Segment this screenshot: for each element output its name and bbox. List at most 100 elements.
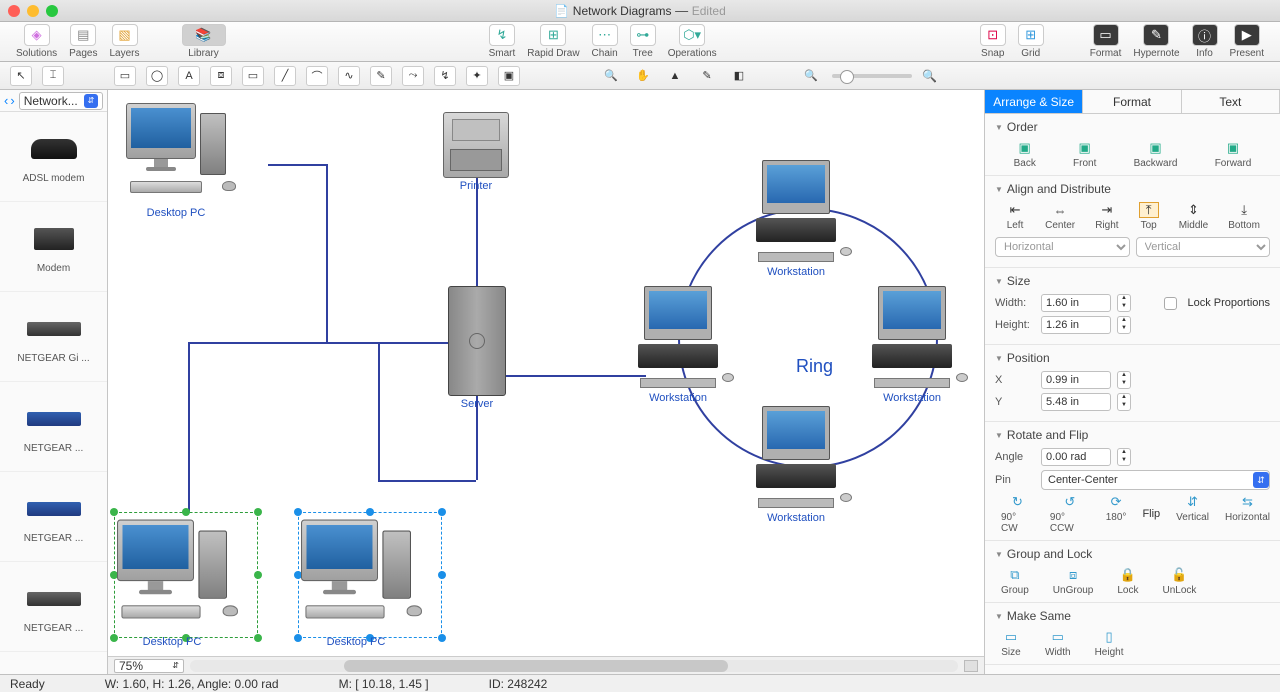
textbox-tool[interactable]: ⧈ (210, 66, 232, 86)
zoom-tool[interactable]: 🔍 (600, 66, 622, 86)
smart-button[interactable]: ↯Smart (485, 24, 520, 59)
callout-tool[interactable]: ▭ (242, 66, 264, 86)
tab-arrange-size[interactable]: Arrange & Size (985, 90, 1083, 113)
node-workstation-left[interactable]: Workstation (638, 286, 718, 404)
zoom-window-button[interactable] (46, 5, 58, 17)
node-printer[interactable]: Printer (443, 112, 509, 192)
distribute-v-select[interactable]: Vertical (1136, 237, 1271, 257)
zoom-in-icon[interactable]: 🔍 (922, 69, 937, 83)
node-workstation-bottom[interactable]: Workstation (756, 406, 836, 524)
library-item-netgear-1[interactable]: NETGEAR ... (0, 382, 107, 472)
minimize-window-button[interactable] (27, 5, 39, 17)
align-left-button[interactable]: ⇤Left (1005, 202, 1025, 231)
rotate-90ccw-button[interactable]: ↺90° CCW (1050, 494, 1090, 534)
distribute-h-select[interactable]: Horizontal (995, 237, 1130, 257)
group-button[interactable]: ⧉Group (1001, 567, 1029, 596)
close-window-button[interactable] (8, 5, 20, 17)
zoom-slider[interactable] (832, 74, 912, 78)
rotate-90cw-button[interactable]: ↻90° CW (1001, 494, 1034, 534)
library-item-netgear-3[interactable]: NETGEAR ... (0, 562, 107, 652)
align-top-button[interactable]: ⤒Top (1139, 202, 1159, 231)
node-desktop-pc-1[interactable]: Desktop PC (126, 103, 226, 219)
x-input[interactable] (1041, 371, 1111, 389)
info-button[interactable]: ⓘInfo (1188, 24, 1222, 59)
format-button[interactable]: ▭Format (1086, 24, 1126, 59)
order-front-button[interactable]: ▣Front (1073, 140, 1096, 169)
pages-button[interactable]: ▤Pages (65, 24, 101, 59)
pen-tool[interactable]: ✎ (370, 66, 392, 86)
make-size-button[interactable]: ▭Size (1001, 629, 1021, 658)
align-bottom-button[interactable]: ⤓Bottom (1228, 202, 1260, 231)
node-server[interactable]: Server (448, 286, 506, 410)
canvas-zoom-select[interactable]: 75%⇵ (114, 659, 184, 673)
node-workstation-top[interactable]: Workstation (756, 160, 836, 278)
grid-button[interactable]: ⊞Grid (1014, 24, 1048, 59)
pan-tool[interactable]: ✋ (632, 66, 654, 86)
eyedropper-tool[interactable]: ✎ (696, 66, 718, 86)
pointer-tool[interactable]: ↖ (10, 66, 32, 86)
library-item-netgear-2[interactable]: NETGEAR ... (0, 472, 107, 562)
align-center-button[interactable]: ⇔Center (1045, 202, 1075, 231)
flip-h-button[interactable]: ⇆Horizontal (1225, 494, 1270, 534)
canvas-corner-icon[interactable] (964, 660, 978, 672)
angle-input[interactable] (1041, 448, 1111, 466)
height-stepper[interactable]: ▲▼ (1117, 316, 1131, 334)
hypernote-button[interactable]: ✎Hypernote (1129, 24, 1183, 59)
text-tool[interactable]: A (178, 66, 200, 86)
zoom-out-icon[interactable]: 🔍 (800, 66, 822, 86)
flip-v-button[interactable]: ⇵Vertical (1176, 494, 1209, 534)
present-button[interactable]: ▶Present (1226, 24, 1268, 59)
rapiddraw-button[interactable]: ⊞Rapid Draw (523, 24, 583, 59)
smart-connector-tool[interactable]: ↯ (434, 66, 456, 86)
tab-text[interactable]: Text (1182, 90, 1280, 113)
order-backward-button[interactable]: ▣Backward (1134, 140, 1178, 169)
snap-button[interactable]: ⊡Snap (976, 24, 1010, 59)
width-stepper[interactable]: ▲▼ (1117, 294, 1131, 312)
library-selector[interactable]: Network...⇵ (19, 92, 103, 110)
rotate-180-button[interactable]: ⟳180° (1106, 494, 1127, 534)
node-desktop-pc-2[interactable]: Desktop PC (122, 524, 222, 648)
make-width-button[interactable]: ▭Width (1045, 629, 1071, 658)
pin-select-value[interactable]: Center-Center (1048, 474, 1253, 486)
library-item-netgear-gi[interactable]: NETGEAR Gi ... (0, 292, 107, 382)
library-back-button[interactable]: ‹ (4, 93, 8, 108)
library-button[interactable]: 📚Library (178, 24, 230, 59)
spline-tool[interactable]: ∿ (338, 66, 360, 86)
arc-tool[interactable]: ⌒ (306, 66, 328, 86)
order-back-button[interactable]: ▣Back (1014, 140, 1036, 169)
horizontal-scrollbar[interactable] (190, 660, 958, 672)
connector-tool[interactable]: ⤳ (402, 66, 424, 86)
line-tool[interactable]: ╱ (274, 66, 296, 86)
make-height-button[interactable]: ▯Height (1095, 629, 1124, 658)
node-desktop-pc-3[interactable]: Desktop PC (306, 524, 406, 648)
edit-tool[interactable]: ✦ (466, 66, 488, 86)
text-select-tool[interactable]: ⌶ (42, 66, 64, 86)
rect-tool[interactable]: ▭ (114, 66, 136, 86)
tab-format[interactable]: Format (1083, 90, 1181, 113)
eraser-tool[interactable]: ◧ (728, 66, 750, 86)
ungroup-button[interactable]: ⧈UnGroup (1053, 567, 1094, 596)
lock-proportions-checkbox[interactable] (1164, 297, 1177, 310)
align-middle-button[interactable]: ⇕Middle (1179, 202, 1208, 231)
height-input[interactable] (1041, 316, 1111, 334)
width-input[interactable] (1041, 294, 1111, 312)
canvas[interactable]: Ring Desktop PC Printer Server Workstati… (108, 90, 984, 674)
library-item-modem[interactable]: Modem (0, 202, 107, 292)
pin-select-dropdown-icon[interactable]: ⇵ (1253, 472, 1269, 488)
library-forward-button[interactable]: › (10, 93, 14, 108)
operations-button[interactable]: ⬡▾Operations (664, 24, 721, 59)
y-input[interactable] (1041, 393, 1111, 411)
align-right-button[interactable]: ⇥Right (1095, 202, 1118, 231)
library-item-adsl-modem[interactable]: ADSL modem (0, 112, 107, 202)
x-stepper[interactable]: ▲▼ (1117, 371, 1131, 389)
layers-button[interactable]: ▧Layers (106, 24, 144, 59)
angle-stepper[interactable]: ▲▼ (1117, 448, 1131, 466)
crop-tool[interactable]: ▣ (498, 66, 520, 86)
solutions-button[interactable]: ◈Solutions (12, 24, 61, 59)
tree-button[interactable]: ⊶Tree (626, 24, 660, 59)
ellipse-tool[interactable]: ◯ (146, 66, 168, 86)
unlock-button[interactable]: 🔓UnLock (1163, 567, 1197, 596)
y-stepper[interactable]: ▲▼ (1117, 393, 1131, 411)
order-forward-button[interactable]: ▣Forward (1215, 140, 1252, 169)
lock-button[interactable]: 🔒Lock (1117, 567, 1138, 596)
